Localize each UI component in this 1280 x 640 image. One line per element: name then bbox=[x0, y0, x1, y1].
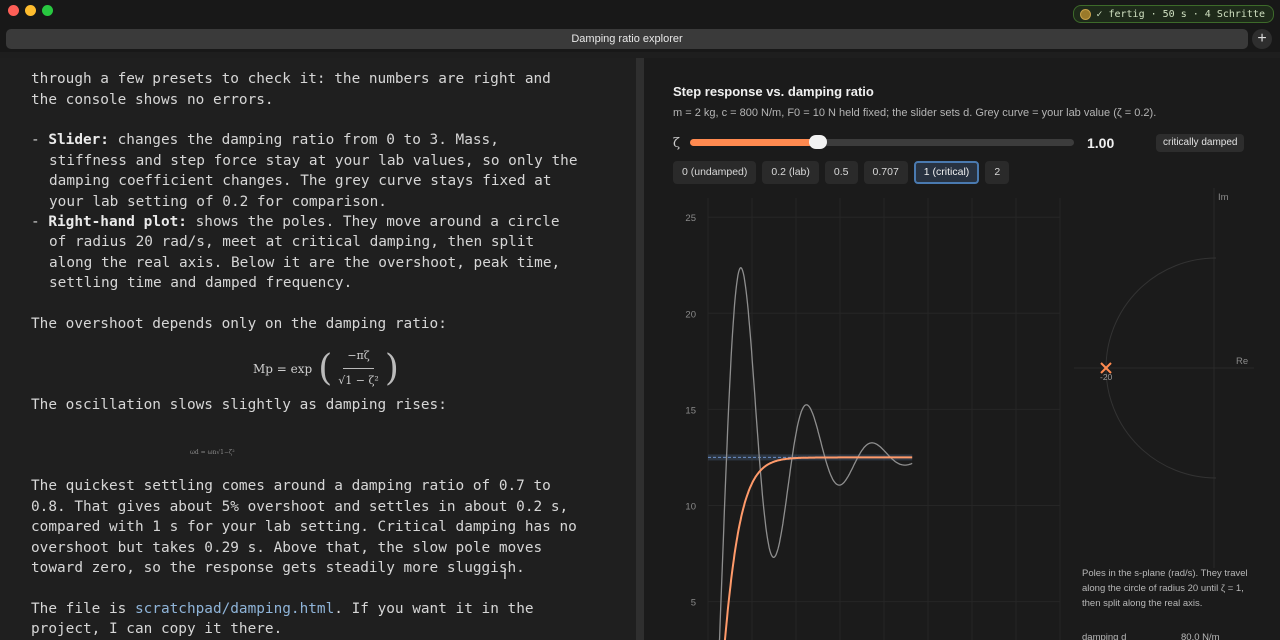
bullet-label-slider: Slider: bbox=[48, 132, 109, 148]
y-tick-label: 5 bbox=[691, 598, 696, 609]
formula-numerator: −πζ bbox=[343, 346, 374, 370]
text-line: shows the poles. They move around a circ… bbox=[186, 214, 560, 230]
pole-readout-label: damping d bbox=[1082, 632, 1127, 640]
formula-lhs: Mp = exp bbox=[253, 361, 313, 376]
status-badge: ✓ fertig · 50 s · 4 Schritte bbox=[1073, 5, 1274, 23]
text-line: project, I can copy it there. bbox=[31, 621, 283, 637]
bullet-label-plot: Right-hand plot: bbox=[48, 214, 187, 230]
text-line: overshoot but takes 0.29 s. Above that, … bbox=[31, 540, 543, 556]
new-tab-button[interactable]: + bbox=[1252, 29, 1272, 49]
text-line: of radius 20 rad/s, meet at critical dam… bbox=[49, 234, 535, 250]
overshoot-formula: Mp = exp ( −πζ √1 − ζ² ) bbox=[253, 346, 399, 392]
minimize-window-button[interactable] bbox=[25, 5, 36, 16]
pole-readout-value: 80.0 N/m bbox=[1181, 632, 1220, 640]
text-line: The overshoot depends only on the dampin… bbox=[31, 316, 447, 332]
regime-badge: critically damped bbox=[1156, 134, 1245, 152]
formula-fraction: −πζ √1 − ζ² bbox=[338, 346, 379, 392]
step-response-chart: 5 10 15 20 25 bbox=[685, 198, 1061, 640]
pole-caption: Poles in the s-plane (rad/s). They trave… bbox=[1082, 568, 1248, 609]
text-line: your lab setting of 0.2 for comparison. bbox=[49, 194, 387, 210]
bullet-mark: - bbox=[31, 132, 49, 148]
pole-label: -20 bbox=[1100, 372, 1113, 382]
terminal-output: through a few presets to check it: the n… bbox=[0, 58, 636, 640]
bullet-plot: - Right-hand plot: shows the poles. They… bbox=[31, 212, 560, 232]
text-line: along the real axis. Below it are the ov… bbox=[49, 255, 561, 271]
slider-handle[interactable] bbox=[809, 135, 827, 149]
status-text: ✓ fertig · 50 s · 4 Schritte bbox=[1096, 8, 1265, 20]
pole-plot: Im Re -20 bbox=[1074, 188, 1254, 568]
damped-frequency-formula: ωd = ωn√1−ζ² bbox=[190, 449, 235, 456]
y-tick-label: 15 bbox=[685, 405, 696, 416]
panel-title: Step response vs. damping ratio bbox=[673, 84, 874, 99]
status-indicator-icon bbox=[1080, 8, 1092, 20]
text-line: The oscillation slows slightly as dampin… bbox=[31, 397, 447, 413]
text-line: changes the damping ratio from 0 to 3. M… bbox=[108, 132, 499, 148]
y-tick-label: 20 bbox=[685, 309, 696, 320]
re-axis-label: Re bbox=[1236, 356, 1248, 367]
text-line: the console shows no errors. bbox=[31, 92, 274, 108]
preset-button-2[interactable]: 2 bbox=[985, 161, 1010, 184]
tab-bar: Damping ratio explorer + bbox=[0, 26, 1280, 52]
step-curve-current bbox=[723, 456, 913, 640]
file-path-link[interactable]: scratchpad/damping.html bbox=[135, 601, 334, 617]
close-window-button[interactable] bbox=[8, 5, 19, 16]
zeta-label: ζ bbox=[673, 136, 681, 151]
preset-button-0-5[interactable]: 0.5 bbox=[824, 161, 858, 184]
text-line: through a few presets to check it: the n… bbox=[31, 71, 551, 87]
text-line: damping coefficient changes. The grey cu… bbox=[49, 173, 552, 189]
text-line: toward zero, so the response gets steadi… bbox=[31, 560, 525, 576]
pane-divider[interactable] bbox=[636, 58, 644, 640]
formula-paren-close: ) bbox=[384, 347, 399, 389]
y-tick-label: 25 bbox=[685, 213, 696, 224]
damping-ratio-slider[interactable] bbox=[690, 135, 1074, 149]
text-line: compared with 1 s for your lab setting. … bbox=[31, 519, 577, 535]
y-tick-label: 10 bbox=[685, 501, 696, 512]
explorer-panel: Step response vs. damping ratio m = 2 kg… bbox=[644, 58, 1280, 640]
zoom-window-button[interactable] bbox=[42, 5, 53, 16]
step-curve-lab bbox=[718, 266, 913, 640]
text-line: The quickest settling comes around a dam… bbox=[31, 478, 551, 494]
slider-fill bbox=[690, 139, 818, 146]
imag-axis-label: Im bbox=[1218, 192, 1229, 203]
preset-button-0-707[interactable]: 0.707 bbox=[863, 161, 908, 184]
tab-damping-ratio-explorer[interactable]: Damping ratio explorer bbox=[6, 29, 1248, 49]
panel-subtitle: m = 2 kg, c = 800 N/m, F0 = 10 N held fi… bbox=[673, 107, 1157, 119]
window-titlebar: ✓ fertig · 50 s · 4 Schritte bbox=[0, 0, 1280, 26]
text-line-file: The file is scratchpad/damping.html. If … bbox=[31, 599, 534, 619]
text-segment: The file is bbox=[31, 601, 135, 617]
zeta-value: 1.00 bbox=[1087, 135, 1115, 151]
bullet-slider: - Slider: changes the damping ratio from… bbox=[31, 130, 499, 150]
preset-button-undamped[interactable]: 0 (undamped) bbox=[673, 161, 757, 184]
text-cursor-icon: I bbox=[503, 566, 507, 582]
bullet-mark: - bbox=[31, 214, 49, 230]
text-line: settling time and damped frequency. bbox=[49, 275, 353, 291]
formula-paren-open: ( bbox=[318, 347, 333, 389]
preset-button-lab[interactable]: 0.2 (lab) bbox=[762, 161, 819, 184]
preset-button-critical[interactable]: 1 (critical) bbox=[913, 161, 980, 184]
formula-denominator: √1 − ζ² bbox=[338, 374, 379, 388]
preset-buttons: 0 (undamped) 0.2 (lab) 0.5 0.707 1 (crit… bbox=[673, 161, 1010, 184]
text-segment: . If you want it in the bbox=[334, 601, 534, 617]
text-line: stiffness and step force stay at your la… bbox=[49, 153, 578, 169]
text-line: 0.8. That gives about 5% overshoot and s… bbox=[31, 499, 569, 515]
